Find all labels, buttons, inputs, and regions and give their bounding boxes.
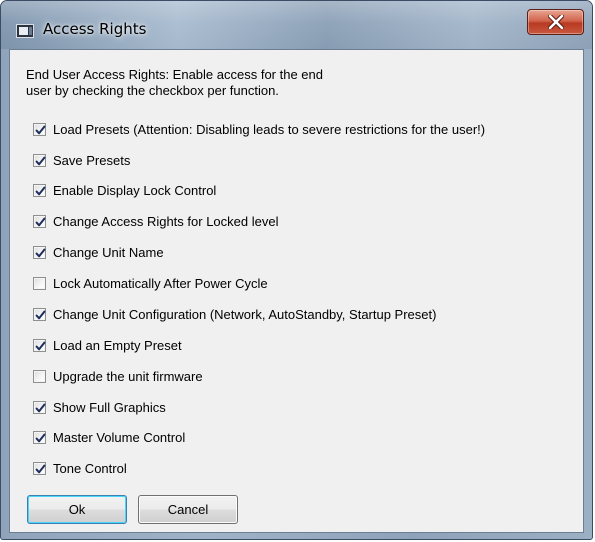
option-label: Lock Automatically After Power Cycle bbox=[53, 275, 268, 291]
option-label: Master Volume Control bbox=[53, 429, 186, 445]
option-save-presets[interactable]: Save Presets bbox=[33, 151, 130, 169]
option-label: Load Presets (Attention: Disabling leads… bbox=[53, 121, 486, 137]
checkmark-icon bbox=[35, 403, 46, 412]
checkmark-icon bbox=[35, 125, 46, 134]
change-unit-name-checkbox[interactable] bbox=[33, 245, 46, 259]
dialog-content: End User Access Rights: Enable access fo… bbox=[9, 49, 584, 533]
change-unit-configuration-checkbox[interactable] bbox=[33, 307, 46, 321]
upgrade-firmware-checkbox[interactable] bbox=[33, 369, 46, 383]
option-label: Change Unit Configuration (Network, Auto… bbox=[53, 306, 437, 322]
close-icon bbox=[547, 15, 564, 29]
option-label: Save Presets bbox=[53, 152, 131, 168]
option-label: Show Full Graphics bbox=[53, 399, 166, 415]
description-text: End User Access Rights: Enable access fo… bbox=[26, 67, 323, 98]
option-master-volume-control[interactable]: Master Volume Control bbox=[33, 428, 185, 446]
master-volume-control-checkbox[interactable] bbox=[33, 430, 46, 444]
option-upgrade-firmware[interactable]: Upgrade the unit firmware bbox=[33, 367, 203, 385]
access-rights-dialog: Access Rights End User Access Rights: En… bbox=[0, 0, 593, 540]
option-tone-control[interactable]: Tone Control bbox=[33, 459, 127, 477]
checkmark-icon bbox=[35, 156, 46, 165]
checkmark-icon bbox=[35, 464, 46, 473]
option-display-lock-control[interactable]: Enable Display Lock Control bbox=[33, 181, 216, 199]
title-bar[interactable]: Access Rights bbox=[1, 1, 592, 49]
display-lock-control-checkbox[interactable] bbox=[33, 183, 46, 197]
window-title: Access Rights bbox=[43, 20, 147, 38]
save-presets-checkbox[interactable] bbox=[33, 153, 46, 167]
option-load-empty-preset[interactable]: Load an Empty Preset bbox=[33, 336, 182, 354]
option-change-access-rights[interactable]: Change Access Rights for Locked level bbox=[33, 212, 278, 230]
cancel-button[interactable]: Cancel bbox=[138, 495, 238, 524]
option-label: Tone Control bbox=[53, 460, 127, 476]
checkmark-icon bbox=[35, 186, 46, 195]
checkmark-icon bbox=[35, 310, 46, 319]
option-lock-automatically[interactable]: Lock Automatically After Power Cycle bbox=[33, 274, 268, 292]
option-load-presets[interactable]: Load Presets (Attention: Disabling leads… bbox=[33, 120, 485, 138]
app-window-icon bbox=[16, 24, 34, 38]
checkmark-icon bbox=[35, 433, 46, 442]
option-show-full-graphics[interactable]: Show Full Graphics bbox=[33, 398, 166, 416]
option-label: Upgrade the unit firmware bbox=[53, 368, 203, 384]
option-label: Change Unit Name bbox=[53, 244, 164, 260]
checkmark-icon bbox=[35, 217, 46, 226]
option-label: Load an Empty Preset bbox=[53, 337, 182, 353]
load-presets-checkbox[interactable] bbox=[33, 122, 46, 136]
option-label: Enable Display Lock Control bbox=[53, 182, 217, 198]
checkmark-icon bbox=[35, 341, 46, 350]
checkmark-icon bbox=[35, 248, 46, 257]
close-button[interactable] bbox=[527, 9, 584, 35]
show-full-graphics-checkbox[interactable] bbox=[33, 400, 46, 414]
tone-control-checkbox[interactable] bbox=[33, 461, 46, 475]
ok-button[interactable]: Ok bbox=[27, 495, 127, 524]
load-empty-preset-checkbox[interactable] bbox=[33, 338, 46, 352]
lock-automatically-checkbox[interactable] bbox=[33, 276, 46, 290]
option-change-unit-configuration[interactable]: Change Unit Configuration (Network, Auto… bbox=[33, 305, 436, 323]
option-label: Change Access Rights for Locked level bbox=[53, 213, 279, 229]
change-access-rights-checkbox[interactable] bbox=[33, 214, 46, 228]
option-change-unit-name[interactable]: Change Unit Name bbox=[33, 243, 164, 261]
